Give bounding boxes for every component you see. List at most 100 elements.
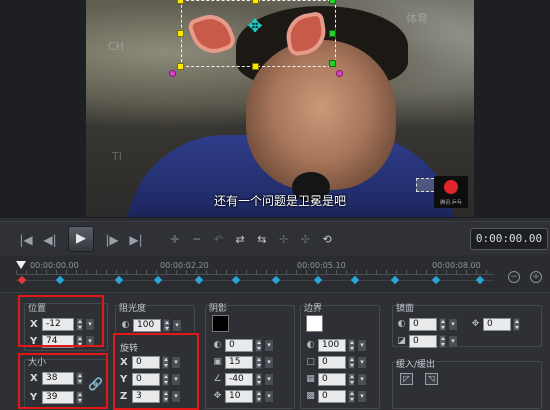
timecode-display[interactable]: 0:00:00.00: [470, 228, 548, 250]
resize-handle[interactable]: [252, 63, 259, 70]
prev-keyframe-icon[interactable]: ✢: [275, 233, 293, 246]
fade-in-icon[interactable]: ◸: [400, 373, 413, 385]
add-keyframe-icon[interactable]: ✚: [166, 233, 184, 246]
dropdown-button[interactable]: ▾: [357, 338, 367, 352]
tick-label: 00:00:00.00: [30, 261, 79, 270]
highlight-frame: [18, 295, 104, 347]
resize-handle[interactable]: [177, 63, 184, 70]
resize-handle[interactable]: [252, 0, 259, 4]
play-button[interactable]: ▶: [68, 226, 94, 252]
resize-handle[interactable]: [177, 0, 184, 4]
keyframe-marker[interactable]: [114, 275, 124, 285]
dropdown-button[interactable]: ▾: [448, 317, 458, 331]
shadow-angle-input[interactable]: -40: [225, 372, 253, 386]
playhead[interactable]: [16, 261, 26, 271]
skew-handle[interactable]: [336, 70, 343, 77]
keyframe-timeline[interactable]: 00:00:00.00 00:00:02.20 00:00:05.10 00:0…: [0, 256, 550, 292]
opacity-row: ◐ 100 ▾: [120, 318, 182, 332]
keyframe-marker[interactable]: [55, 275, 65, 285]
zoom-in-icon[interactable]: +: [530, 271, 542, 283]
resize-handle[interactable]: [329, 30, 336, 37]
fade-out-icon[interactable]: ◹: [425, 373, 438, 385]
mirror-offset-row: ✥ 0: [470, 317, 520, 331]
mirror-blur-row: ◪ 0 ▾: [396, 334, 458, 348]
tick-label: 00:00:08.00: [432, 261, 481, 270]
keyframe-marker[interactable]: [271, 275, 281, 285]
swap-keyframe-icon[interactable]: ⇆: [253, 233, 271, 246]
shadow-distance-row: ✥ 10 ▾: [212, 389, 274, 403]
mirror-opacity-input[interactable]: 0: [409, 317, 437, 331]
border-opacity-input[interactable]: 100: [318, 338, 346, 352]
shadow-size-input[interactable]: 15: [225, 355, 253, 369]
rotate-pivot-icon[interactable]: ✥: [244, 16, 266, 40]
dropdown-button[interactable]: ▾: [264, 338, 274, 352]
spin-button[interactable]: [439, 317, 446, 331]
spin-button[interactable]: [348, 338, 355, 352]
spin-button[interactable]: [255, 389, 262, 403]
border-blur-input[interactable]: 0: [318, 372, 346, 386]
keyframe-marker[interactable]: [194, 275, 204, 285]
border-opacity-row: ◐ 100 ▾: [305, 338, 367, 352]
go-start-icon[interactable]: |◀: [18, 229, 34, 251]
spin-button[interactable]: [513, 317, 520, 331]
keyframe-marker[interactable]: [231, 275, 241, 285]
zoom-out-icon[interactable]: −: [508, 271, 520, 283]
mirror-blur-input[interactable]: 0: [409, 334, 437, 348]
skew-handle[interactable]: [169, 70, 176, 77]
opacity-input[interactable]: 100: [133, 318, 161, 332]
keyframe-marker[interactable]: [153, 275, 163, 285]
keyframe-marker[interactable]: [313, 275, 323, 285]
shadow-size-icon: ▣: [213, 356, 222, 367]
shadow-distance-input[interactable]: 10: [225, 389, 253, 403]
keyframe-marker[interactable]: [431, 275, 441, 285]
spin-button[interactable]: [348, 355, 355, 369]
highlight-frame: [113, 333, 199, 410]
dropdown-button[interactable]: ▾: [357, 372, 367, 386]
spin-button[interactable]: [255, 355, 262, 369]
border-offset-icon: ▩: [306, 390, 315, 401]
border-offset-input[interactable]: 0: [318, 389, 346, 403]
move-icon: ✥: [471, 318, 480, 329]
opacity-icon: ◐: [397, 318, 406, 329]
video-watermark: 体育: [406, 12, 428, 25]
keyframe-marker[interactable]: [390, 275, 400, 285]
keyframe-marker[interactable]: [17, 275, 27, 285]
prev-frame-icon[interactable]: ◀|: [42, 229, 58, 251]
shadow-opacity-input[interactable]: 0: [225, 338, 253, 352]
border-title: 边界: [304, 304, 323, 314]
next-keyframe-icon[interactable]: ✣: [297, 233, 315, 246]
shadow-color-swatch[interactable]: [212, 315, 229, 332]
spin-button[interactable]: [348, 389, 355, 403]
spin-button[interactable]: [348, 372, 355, 386]
keyframe-tools: ✚ ━ ↶ ⇄ ⇆ ✢ ✣ ⟲: [166, 228, 336, 250]
spin-button[interactable]: [255, 372, 262, 386]
mirror-offset-input[interactable]: 0: [483, 317, 511, 331]
dropdown-button[interactable]: ▾: [264, 372, 274, 386]
spin-button[interactable]: [163, 318, 170, 332]
keyframe-marker[interactable]: [350, 275, 360, 285]
resize-handle[interactable]: [329, 0, 336, 4]
resize-handle[interactable]: [329, 60, 336, 67]
swap-keyframe-icon[interactable]: ⇄: [231, 233, 249, 246]
time-ruler[interactable]: [16, 261, 494, 275]
dropdown-button[interactable]: ▾: [357, 389, 367, 403]
resize-handle[interactable]: [177, 30, 184, 37]
border-size-input[interactable]: 0: [318, 355, 346, 369]
dropdown-button[interactable]: ▾: [264, 355, 274, 369]
dropdown-button[interactable]: ▾: [172, 318, 182, 332]
spin-button[interactable]: [255, 338, 262, 352]
fade-title: 缓入/缓出: [396, 360, 436, 370]
spin-button[interactable]: [439, 334, 446, 348]
dropdown-button[interactable]: ▾: [264, 389, 274, 403]
dropdown-button[interactable]: ▾: [357, 355, 367, 369]
remove-keyframe-icon[interactable]: ━: [188, 233, 206, 246]
border-color-swatch[interactable]: [306, 315, 323, 332]
reset-keyframe-icon[interactable]: ⟲: [318, 233, 336, 246]
go-end-icon[interactable]: ▶|: [128, 229, 144, 251]
keyframe-marker[interactable]: [475, 275, 485, 285]
next-frame-icon[interactable]: |▶: [104, 229, 120, 251]
dropdown-button[interactable]: ▾: [448, 334, 458, 348]
tick-label: 00:00:05.10: [297, 261, 346, 270]
reverse-keyframe-icon[interactable]: ↶: [210, 233, 228, 246]
video-preview[interactable]: CH TI 体育 ✥ 腾讯·乒乓 还有一个问题是卫冕是吧: [86, 0, 474, 217]
